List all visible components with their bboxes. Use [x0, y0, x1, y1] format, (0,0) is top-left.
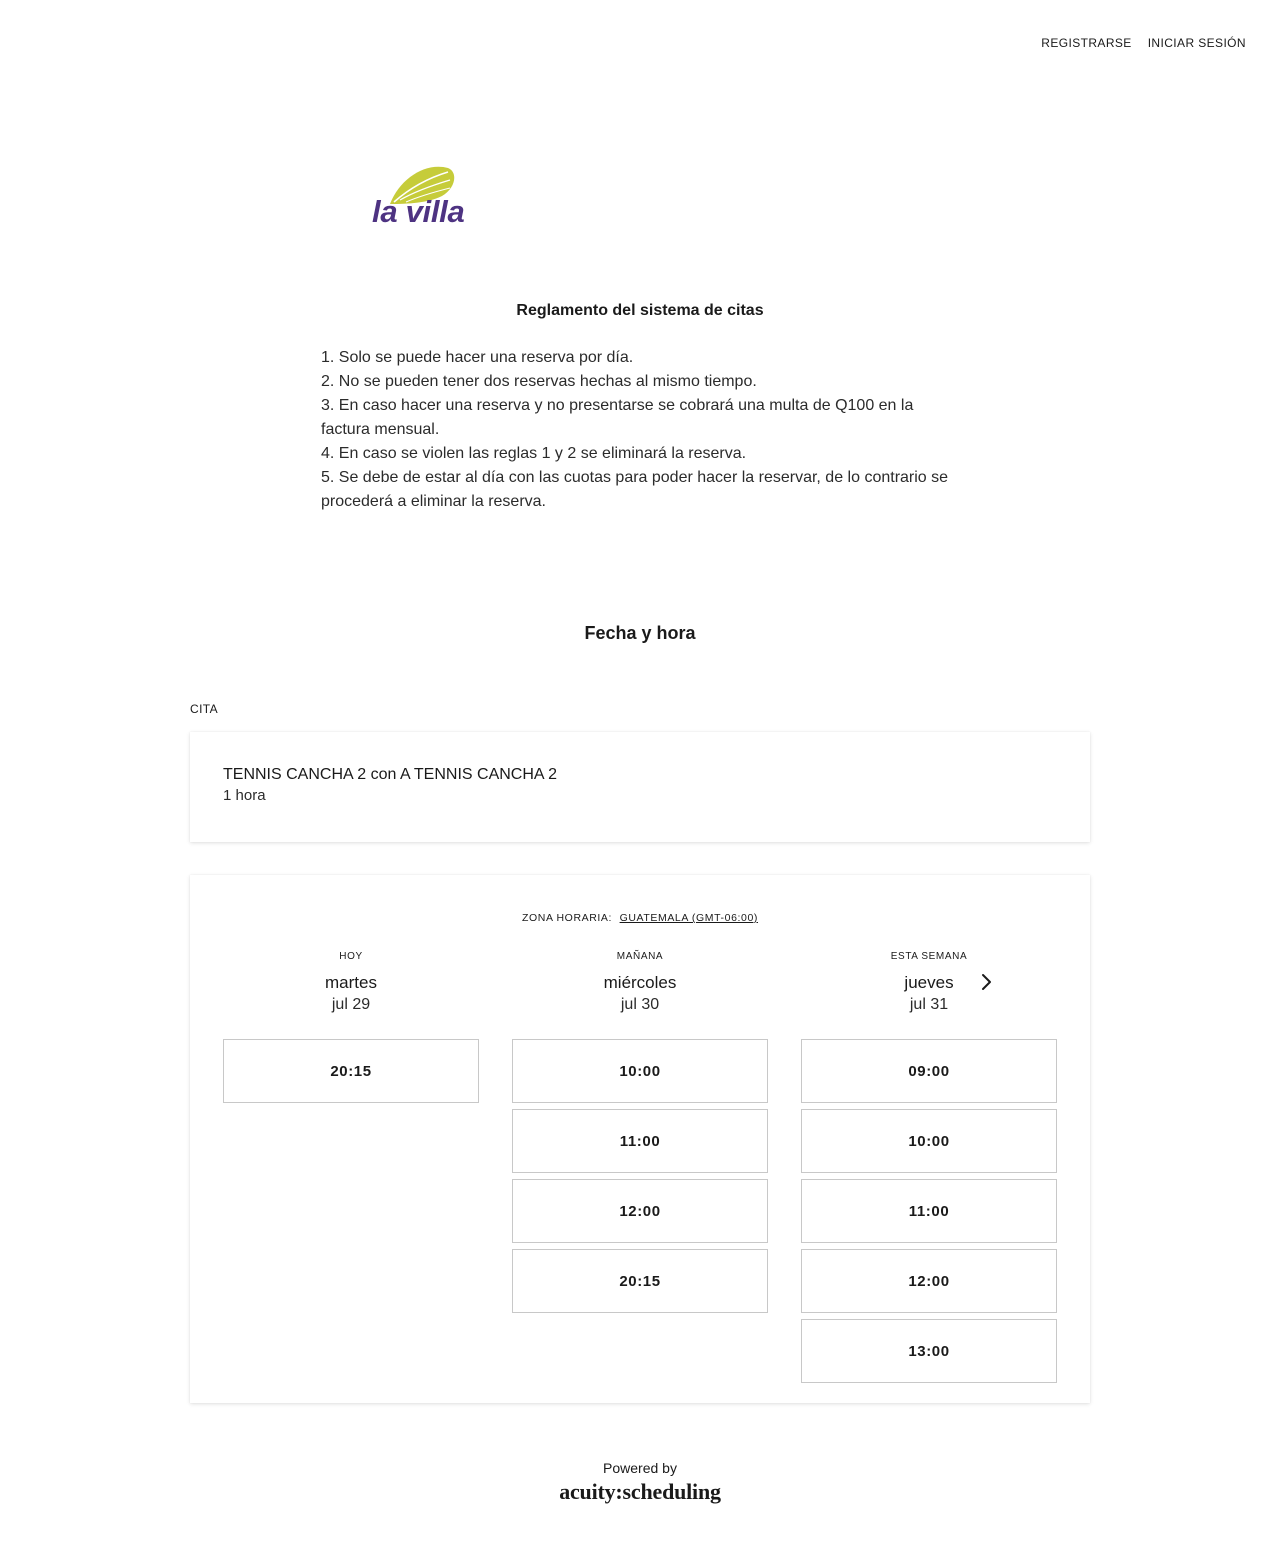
la-villa-logo: la villa: [370, 164, 474, 236]
appointment-name: TENNIS CANCHA 2 con A TENNIS CANCHA 2: [223, 766, 558, 783]
day-column: ESTA SEMANA jueves jul 31 09:00 10:00 11…: [801, 951, 1057, 1389]
day-header: MAÑANA miércoles jul 30: [512, 951, 768, 1039]
day-name: martes: [325, 973, 377, 992]
day-date: jul 29: [331, 996, 371, 1013]
time-slot-button[interactable]: 12:00: [512, 1179, 768, 1243]
register-link[interactable]: REGISTRARSE: [1041, 36, 1131, 50]
day-column: HOY martes jul 29 20:15: [223, 951, 479, 1109]
calendar-card: ZONA HORARIA: GUATEMALA (GMT-06:00) HOY …: [190, 875, 1090, 1403]
day-column: MAÑANA miércoles jul 30 10:00 11:00 12:0…: [512, 951, 768, 1319]
day-header: HOY martes jul 29: [223, 951, 479, 1039]
footer: Powered by acuity:scheduling: [0, 1459, 1265, 1505]
login-link[interactable]: INICIAR SESIÓN: [1148, 36, 1246, 50]
time-slot-button[interactable]: 11:00: [801, 1179, 1057, 1243]
rules-title: Reglamento del sistema de citas: [516, 302, 764, 319]
day-name: jueves: [904, 973, 954, 992]
rule-item: 4. En caso se violen las reglas 1 y 2 se…: [321, 445, 747, 462]
day-date: jul 31: [909, 996, 949, 1013]
appointment-label: CITA: [190, 702, 219, 716]
appointment-duration: 1 hora: [223, 787, 266, 804]
time-slot-button[interactable]: 13:00: [801, 1319, 1057, 1383]
rule-item: 5. Se debe de estar al día con las cuota…: [321, 469, 949, 510]
acuity-scheduling-logo[interactable]: acuity:scheduling: [0, 1479, 1265, 1505]
chevron-right-icon[interactable]: [975, 971, 997, 993]
time-slot-button[interactable]: 20:15: [223, 1039, 479, 1103]
time-slot-button[interactable]: 12:00: [801, 1249, 1057, 1313]
day-date: jul 30: [620, 996, 660, 1013]
day-caption: MAÑANA: [616, 951, 664, 962]
timezone-label: ZONA HORARIA:: [521, 912, 613, 924]
time-slot-button[interactable]: 11:00: [512, 1109, 768, 1173]
top-nav: REGISTRARSE INICIAR SESIÓN: [1041, 36, 1246, 50]
timezone-selector[interactable]: GUATEMALA (GMT-06:00): [620, 912, 758, 924]
time-slot-button[interactable]: 09:00: [801, 1039, 1057, 1103]
rule-item: 2. No se pueden tener dos reservas hecha…: [321, 373, 757, 390]
day-caption: HOY: [339, 951, 363, 962]
time-slot-button[interactable]: 10:00: [512, 1039, 768, 1103]
time-slot-button[interactable]: 10:00: [801, 1109, 1057, 1173]
logo-wordmark: la villa: [372, 194, 465, 229]
appointment-card[interactable]: TENNIS CANCHA 2 con A TENNIS CANCHA 2 1 …: [190, 732, 1090, 842]
day-header: ESTA SEMANA jueves jul 31: [801, 951, 1057, 1039]
timezone-row: ZONA HORARIA: GUATEMALA (GMT-06:00): [190, 912, 1090, 924]
powered-by-label: Powered by: [603, 1460, 677, 1476]
rule-item: 1. Solo se puede hacer una reserva por d…: [321, 349, 634, 366]
section-title: Fecha y hora: [584, 623, 696, 643]
time-slot-button[interactable]: 20:15: [512, 1249, 768, 1313]
rules-list: 1. Solo se puede hacer una reserva por d…: [321, 346, 951, 514]
day-caption: ESTA SEMANA: [890, 951, 968, 962]
rule-item: 3. En caso hacer una reserva y no presen…: [321, 397, 914, 438]
day-name: miércoles: [603, 973, 677, 992]
